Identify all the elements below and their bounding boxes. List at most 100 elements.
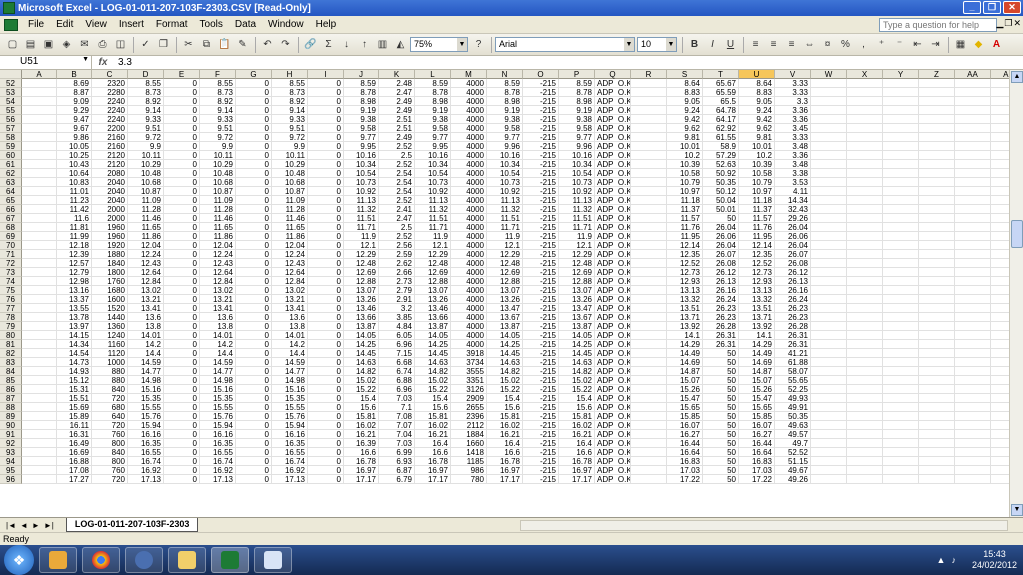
cell-o69[interactable]: -215 [523,232,559,241]
cell-b85[interactable]: 15.12 [57,376,92,385]
cell-aa57[interactable] [955,124,991,133]
cell-p58[interactable]: 9.77 [559,133,595,142]
cell-k91[interactable]: 7.04 [379,430,415,439]
cell-z88[interactable] [919,403,955,412]
cell-p87[interactable]: 15.4 [559,394,595,403]
cell-u75[interactable]: 13.13 [739,286,775,295]
cell-b73[interactable]: 12.79 [57,268,92,277]
cell-f82[interactable]: 14.4 [200,349,236,358]
cell-j52[interactable]: 8.59 [344,79,379,88]
cell-e66[interactable]: 0 [164,205,200,214]
vertical-scrollbar[interactable]: ▲ ▼ [1009,70,1023,517]
cell-h79[interactable]: 13.8 [272,322,308,331]
cell-w77[interactable] [811,304,847,313]
cell-v90[interactable]: 49.63 [775,421,811,430]
scroll-down-icon[interactable]: ▼ [1011,504,1023,516]
cell-s81[interactable]: 14.29 [667,340,703,349]
cell-q61[interactable]: ADP_O.K [595,160,631,169]
cell-r84[interactable] [631,367,667,376]
cell-m75[interactable]: 4000 [451,286,487,295]
comma-style-icon[interactable]: , [855,37,872,53]
cell-r69[interactable] [631,232,667,241]
cell-o91[interactable]: -215 [523,430,559,439]
cell-g57[interactable]: 0 [236,124,272,133]
row-header[interactable]: 61 [0,160,22,169]
cell-x56[interactable] [847,115,883,124]
new-icon[interactable]: ▢ [4,37,21,53]
cell-z54[interactable] [919,97,955,106]
row-header[interactable]: 52 [0,79,22,88]
cell-k67[interactable]: 2.47 [379,214,415,223]
row-header[interactable]: 87 [0,394,22,403]
cell-l53[interactable]: 8.78 [415,88,451,97]
cell-a76[interactable] [22,295,57,304]
cell-m74[interactable]: 4000 [451,277,487,286]
cell-u90[interactable]: 16.07 [739,421,775,430]
cell-v88[interactable]: 49.91 [775,403,811,412]
fill-color-icon[interactable]: ◆ [970,37,987,53]
cell-o68[interactable]: -215 [523,223,559,232]
cell-z91[interactable] [919,430,955,439]
cell-v69[interactable]: 26.06 [775,232,811,241]
cell-u78[interactable]: 13.71 [739,313,775,322]
sheet-tab[interactable]: LOG-01-011-207-103F-2303 [65,518,199,532]
cell-t95[interactable]: 50 [703,466,739,475]
cell-c81[interactable]: 1160 [92,340,128,349]
cell-c53[interactable]: 2280 [92,88,128,97]
cell-y89[interactable] [883,412,919,421]
cell-g55[interactable]: 0 [236,106,272,115]
cell-p66[interactable]: 11.32 [559,205,595,214]
cell-u77[interactable]: 13.51 [739,304,775,313]
cell-s90[interactable]: 16.07 [667,421,703,430]
cell-n89[interactable]: 15.81 [487,412,523,421]
cell-v93[interactable]: 52.52 [775,448,811,457]
cell-k69[interactable]: 2.52 [379,232,415,241]
cell-s68[interactable]: 11.76 [667,223,703,232]
cell-o58[interactable]: -215 [523,133,559,142]
cell-l78[interactable]: 13.66 [415,313,451,322]
cell-y59[interactable] [883,142,919,151]
cell-s55[interactable]: 9.24 [667,106,703,115]
cell-x83[interactable] [847,358,883,367]
cell-j67[interactable]: 11.51 [344,214,379,223]
column-header-b[interactable]: B [57,70,92,79]
cell-t86[interactable]: 50 [703,385,739,394]
cell-x61[interactable] [847,160,883,169]
cell-o52[interactable]: -215 [523,79,559,88]
cell-z56[interactable] [919,115,955,124]
cell-g52[interactable]: 0 [236,79,272,88]
cell-x73[interactable] [847,268,883,277]
cell-k56[interactable]: 2.51 [379,115,415,124]
cell-aa92[interactable] [955,439,991,448]
cell-g78[interactable]: 0 [236,313,272,322]
cell-b76[interactable]: 13.37 [57,295,92,304]
cell-t94[interactable]: 50 [703,457,739,466]
cell-j57[interactable]: 9.58 [344,124,379,133]
cell-o96[interactable]: -215 [523,475,559,484]
cell-m63[interactable]: 4000 [451,178,487,187]
cell-d80[interactable]: 14.01 [128,331,164,340]
cell-k60[interactable]: 2.5 [379,151,415,160]
cell-p93[interactable]: 16.6 [559,448,595,457]
cell-o90[interactable]: -215 [523,421,559,430]
cell-d68[interactable]: 11.65 [128,223,164,232]
cell-o55[interactable]: -215 [523,106,559,115]
cell-p65[interactable]: 11.13 [559,196,595,205]
cell-n68[interactable]: 11.71 [487,223,523,232]
cell-a62[interactable] [22,169,57,178]
print-icon[interactable]: ⎙ [94,37,111,53]
cell-d71[interactable]: 12.24 [128,250,164,259]
cell-z73[interactable] [919,268,955,277]
cell-v63[interactable]: 3.53 [775,178,811,187]
cell-r60[interactable] [631,151,667,160]
cell-p72[interactable]: 12.48 [559,259,595,268]
column-header-k[interactable]: K [379,70,415,79]
cell-t80[interactable]: 26.31 [703,331,739,340]
cell-q94[interactable]: ADP_O.K [595,457,631,466]
cell-aa74[interactable] [955,277,991,286]
cell-o66[interactable]: -215 [523,205,559,214]
cell-t53[interactable]: 65.59 [703,88,739,97]
cell-w61[interactable] [811,160,847,169]
cell-l93[interactable]: 16.6 [415,448,451,457]
cell-n95[interactable]: 16.97 [487,466,523,475]
